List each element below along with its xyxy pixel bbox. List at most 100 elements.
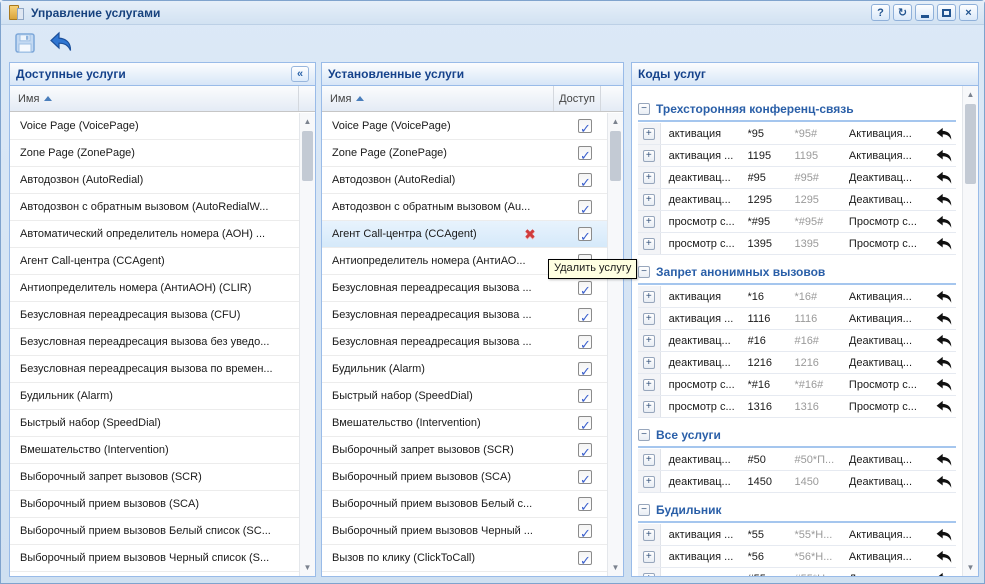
available-service-row[interactable]: Выборочный прием вызовов (SCA) [10, 491, 299, 518]
access-checkbox[interactable]: ✓ [578, 470, 592, 484]
service-code-row[interactable]: +деактивац...12951295Деактивац... [638, 189, 956, 211]
expand-row-icon[interactable]: + [643, 379, 655, 391]
service-code-row[interactable]: +активация ...*55*55*Н...Активация... [638, 524, 956, 546]
service-code-row[interactable]: +просмотр с...*#16*#16#Просмотр с... [638, 374, 956, 396]
service-code-row[interactable]: +деактивац...#55#55*Н...Деактивац... [638, 568, 956, 576]
undo-icon[interactable] [932, 572, 956, 577]
codes-scrollbar[interactable]: ▲ ▼ [962, 86, 978, 576]
access-checkbox[interactable]: ✓ [578, 443, 592, 457]
scroll-up-icon[interactable]: ▲ [963, 87, 978, 102]
scroll-down-icon[interactable]: ▼ [608, 560, 623, 575]
undo-icon[interactable] [932, 334, 956, 348]
undo-icon[interactable] [932, 215, 956, 229]
refresh-icon[interactable]: ↻ [893, 4, 912, 21]
access-checkbox[interactable]: ✓ [578, 281, 592, 295]
installed-service-row[interactable]: Voice Page (VoicePage)✓ [322, 113, 607, 140]
installed-service-row[interactable]: Будильник (Alarm)✓ [322, 356, 607, 383]
access-checkbox[interactable]: ✓ [578, 173, 592, 187]
undo-icon[interactable] [932, 528, 956, 542]
installed-scrollbar[interactable]: ▲ ▼ [607, 113, 623, 576]
scroll-thumb[interactable] [965, 104, 976, 184]
name-column-header[interactable]: Имя [322, 86, 554, 111]
scroll-down-icon[interactable]: ▼ [300, 560, 315, 575]
expand-row-icon[interactable]: + [643, 150, 655, 162]
delete-service-icon[interactable]: ✖ [520, 221, 540, 247]
installed-service-row[interactable]: Вызов по клику (ClickToCall)✓ [322, 545, 607, 572]
service-code-row[interactable]: +активация*16*16#Активация... [638, 286, 956, 308]
service-code-row[interactable]: +деактивац...#50#50*П...Деактивац... [638, 449, 956, 471]
available-service-row[interactable]: Безусловная переадресация вызова по врем… [10, 356, 299, 383]
access-checkbox[interactable]: ✓ [578, 389, 592, 403]
installed-service-row[interactable]: Выборочный запрет вызовов (SCR)✓ [322, 437, 607, 464]
available-scrollbar[interactable]: ▲ ▼ [299, 113, 315, 576]
expand-row-icon[interactable]: + [643, 194, 655, 206]
expand-row-icon[interactable]: + [643, 172, 655, 184]
installed-service-row[interactable]: Выборочный прием вызовов Белый с...✓ [322, 491, 607, 518]
installed-service-row[interactable]: Безусловная переадресация вызова ...✓ [322, 302, 607, 329]
scroll-thumb[interactable] [610, 131, 621, 181]
undo-icon[interactable] [932, 550, 956, 564]
undo-icon[interactable] [932, 193, 956, 207]
available-service-row[interactable]: Агент Call-центра (CCAgent) [10, 248, 299, 275]
undo-icon[interactable] [932, 378, 956, 392]
undo-icon[interactable] [932, 237, 956, 251]
service-code-row[interactable]: +просмотр с...13951395Просмотр с... [638, 233, 956, 255]
service-code-row[interactable]: +просмотр с...13161316Просмотр с... [638, 396, 956, 418]
expand-row-icon[interactable]: + [643, 357, 655, 369]
access-checkbox[interactable]: ✓ [578, 362, 592, 376]
installed-service-row[interactable]: Вмешательство (Intervention)✓ [322, 410, 607, 437]
expand-row-icon[interactable]: + [643, 454, 655, 466]
undo-icon[interactable] [932, 127, 956, 141]
save-button[interactable] [11, 29, 39, 57]
collapse-group-icon[interactable]: − [638, 103, 650, 115]
expand-row-icon[interactable]: + [643, 291, 655, 303]
available-service-row[interactable]: Voice Page (VoicePage) [10, 113, 299, 140]
installed-service-row[interactable]: Автодозвон (AutoRedial)✓ [322, 167, 607, 194]
scroll-up-icon[interactable]: ▲ [608, 114, 623, 129]
available-service-row[interactable]: Антиопределитель номера (АнтиАОН) (CLIR) [10, 275, 299, 302]
collapse-group-icon[interactable]: − [638, 429, 650, 441]
expand-row-icon[interactable]: + [643, 335, 655, 347]
installed-service-row[interactable]: Автодозвон с обратным вызовом (Au...✓ [322, 194, 607, 221]
installed-service-row[interactable]: Безусловная переадресация вызова ...✓ [322, 275, 607, 302]
expand-row-icon[interactable]: + [643, 313, 655, 325]
installed-service-row[interactable]: Выборочный прием вызовов Черный ...✓ [322, 518, 607, 545]
collapse-panel-icon[interactable]: « [291, 66, 309, 82]
access-checkbox[interactable]: ✓ [578, 497, 592, 511]
available-service-row[interactable]: Выборочный запрет вызовов (SCR) [10, 464, 299, 491]
code-group-header[interactable]: −Трехсторонняя конференц-связь [638, 98, 956, 122]
access-checkbox[interactable]: ✓ [578, 524, 592, 538]
installed-service-row[interactable]: Выборочный прием вызовов (SCA)✓ [322, 464, 607, 491]
access-column-header[interactable]: Доступ [554, 86, 601, 111]
undo-icon[interactable] [932, 149, 956, 163]
scroll-down-icon[interactable]: ▼ [963, 560, 978, 575]
undo-icon[interactable] [932, 356, 956, 370]
installed-service-row[interactable]: Zone Page (ZonePage)✓ [322, 140, 607, 167]
scroll-thumb[interactable] [302, 131, 313, 181]
available-service-row[interactable]: Автодозвон с обратным вызовом (AutoRedia… [10, 194, 299, 221]
installed-service-row[interactable]: Быстрый набор (SpeedDial)✓ [322, 383, 607, 410]
undo-icon[interactable] [932, 400, 956, 414]
undo-icon[interactable] [932, 453, 956, 467]
expand-row-icon[interactable]: + [643, 128, 655, 140]
minimize-icon[interactable] [915, 4, 934, 21]
service-code-row[interactable]: +просмотр с...*#95*#95#Просмотр с... [638, 211, 956, 233]
access-checkbox[interactable]: ✓ [578, 416, 592, 430]
undo-icon[interactable] [932, 290, 956, 304]
close-icon[interactable]: × [959, 4, 978, 21]
available-service-row[interactable]: Будильник (Alarm) [10, 383, 299, 410]
service-code-row[interactable]: +деактивац...#95#95#Деактивац... [638, 167, 956, 189]
collapse-group-icon[interactable]: − [638, 266, 650, 278]
scroll-up-icon[interactable]: ▲ [300, 114, 315, 129]
available-service-row[interactable]: Безусловная переадресация вызова без уве… [10, 329, 299, 356]
installed-service-row[interactable]: Безусловная переадресация вызова ...✓ [322, 329, 607, 356]
available-service-row[interactable]: Автоматический определитель номера (АОН)… [10, 221, 299, 248]
undo-icon[interactable] [932, 312, 956, 326]
undo-icon[interactable] [932, 475, 956, 489]
service-code-row[interactable]: +активация ...11951195Активация... [638, 145, 956, 167]
service-code-row[interactable]: +деактивац...12161216Деактивац... [638, 352, 956, 374]
installed-service-row[interactable]: Агент Call-центра (CCAgent)✖✓ [322, 221, 607, 248]
access-checkbox[interactable]: ✓ [578, 119, 592, 133]
available-service-row[interactable]: Zone Page (ZonePage) [10, 140, 299, 167]
code-group-header[interactable]: −Запрет анонимных вызовов [638, 261, 956, 285]
